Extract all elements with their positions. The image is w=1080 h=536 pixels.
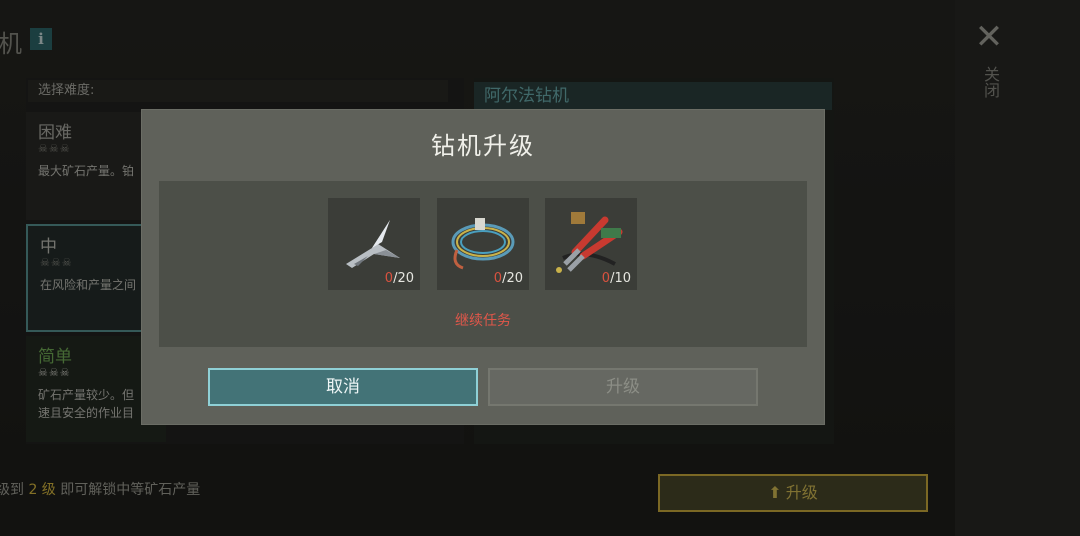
resource-slot-metal[interactable]: 0/20 xyxy=(328,198,420,290)
dialog-title: 钻机升级 xyxy=(431,132,535,160)
continue-mission-link[interactable]: 继续任务 xyxy=(159,310,807,330)
upgrade-button-disabled[interactable]: 升级 xyxy=(488,368,758,406)
resource-slot-wire[interactable]: 0/20 xyxy=(437,198,529,290)
cancel-button[interactable]: 取消 xyxy=(208,368,478,406)
resource-count: 0/20 xyxy=(493,271,523,286)
resource-count: 0/10 xyxy=(601,271,631,286)
resource-count: 0/20 xyxy=(384,271,414,286)
resource-slot-pliers[interactable]: 0/10 xyxy=(545,198,637,290)
requirements-panel: 0/20 0/20 0/10 继续任务 xyxy=(159,181,807,347)
drill-upgrade-dialog: 钻机升级 0/20 0/20 0/10 继续任务 取消 升级 xyxy=(142,110,824,424)
